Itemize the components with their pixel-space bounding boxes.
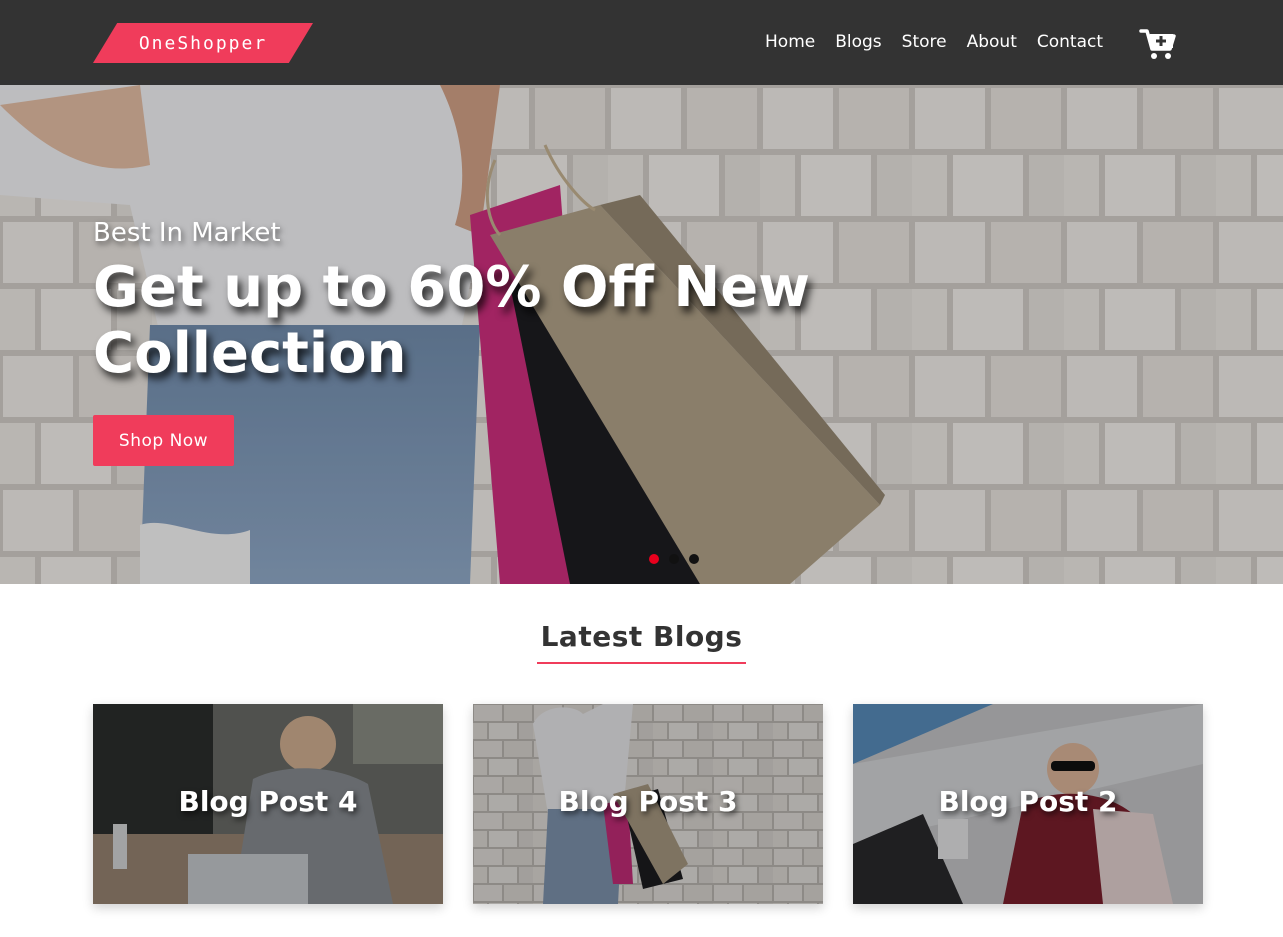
nav-link-store[interactable]: Store bbox=[892, 30, 957, 54]
blog-card-title: Blog Post 3 bbox=[558, 785, 738, 818]
hero-content: Best In Market Get up to 60% Off New Col… bbox=[93, 215, 813, 466]
carousel-dot-1[interactable] bbox=[649, 554, 659, 564]
blog-card-title: Blog Post 2 bbox=[938, 785, 1118, 818]
hero-title: Get up to 60% Off New Collection bbox=[93, 255, 810, 386]
hero-carousel: Best In Market Get up to 60% Off New Col… bbox=[0, 85, 1283, 584]
blog-card[interactable]: Blog Post 2 bbox=[853, 704, 1203, 904]
brand-name: OneShopper bbox=[138, 32, 268, 54]
nav-link-about[interactable]: About bbox=[957, 30, 1027, 54]
shopping-cart-plus-icon[interactable] bbox=[1139, 27, 1177, 61]
blog-card-title: Blog Post 4 bbox=[178, 785, 358, 818]
carousel-dot-2[interactable] bbox=[669, 554, 679, 564]
section-title: Latest Blogs bbox=[536, 618, 747, 664]
blog-card[interactable]: Blog Post 3 bbox=[473, 704, 823, 904]
brand-logo[interactable]: OneShopper bbox=[93, 23, 313, 63]
carousel-dot-3[interactable] bbox=[689, 554, 699, 564]
nav-link-contact[interactable]: Contact bbox=[1027, 30, 1113, 54]
navbar: OneShopper Home Blogs Store About Contac… bbox=[0, 0, 1283, 85]
blog-cards: Blog Post 4 Blog Post 3 Blog Post 2 bbox=[93, 704, 1203, 904]
nav-link-blogs[interactable]: Blogs bbox=[825, 30, 891, 54]
shop-now-button[interactable]: Shop Now bbox=[93, 415, 234, 466]
hero-kicker: Best In Market bbox=[93, 218, 281, 248]
main-nav: Home Blogs Store About Contact bbox=[755, 30, 1113, 54]
blog-card[interactable]: Blog Post 4 bbox=[93, 704, 443, 904]
blogs-section-header: Latest Blogs bbox=[0, 618, 1283, 664]
nav-link-home[interactable]: Home bbox=[755, 30, 825, 54]
carousel-indicators bbox=[649, 554, 699, 564]
